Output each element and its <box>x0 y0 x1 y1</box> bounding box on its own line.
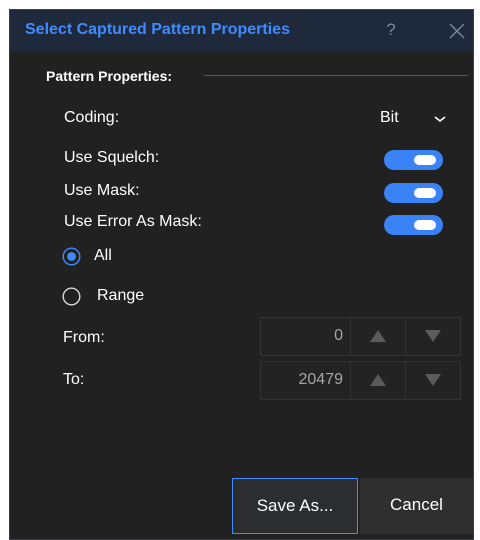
to-value: 20479 <box>298 371 344 388</box>
cancel-button[interactable]: Cancel <box>360 478 473 534</box>
save-as-button[interactable]: Save As... <box>232 478 358 534</box>
coding-select[interactable]: Bit <box>370 107 456 131</box>
to-label: To: <box>63 371 85 388</box>
to-increment-button <box>351 362 406 399</box>
dialog-titlebar: Select Captured Pattern Properties ? <box>10 10 473 52</box>
use-squelch-toggle[interactable] <box>384 150 443 170</box>
from-input: 0 <box>261 318 351 355</box>
triangle-down-icon <box>425 374 441 386</box>
section-title: Pattern Properties: <box>46 68 173 84</box>
section-divider <box>204 75 468 76</box>
radio-all-label[interactable]: All <box>94 247 112 265</box>
to-spinbox: 20479 <box>260 361 461 400</box>
toggle-knob <box>414 188 436 198</box>
from-label: From: <box>63 329 105 346</box>
to-input: 20479 <box>261 362 351 399</box>
use-error-as-mask-label: Use Error As Mask: <box>64 213 202 230</box>
coding-value: Bit <box>380 109 399 126</box>
toggle-knob <box>414 220 436 230</box>
radio-range[interactable] <box>62 287 81 306</box>
coding-label: Coding: <box>64 109 120 126</box>
radio-range-label[interactable]: Range <box>97 287 144 305</box>
triangle-up-icon <box>370 374 386 386</box>
radio-all[interactable] <box>62 247 81 266</box>
from-increment-button <box>351 318 406 355</box>
from-spinbox: 0 <box>260 317 461 356</box>
from-value: 0 <box>334 327 343 344</box>
to-decrement-button <box>406 362 461 399</box>
from-decrement-button <box>406 318 461 355</box>
select-captured-pattern-dialog: Select Captured Pattern Properties ? Pat… <box>9 9 474 540</box>
help-icon[interactable]: ? <box>384 20 398 40</box>
use-squelch-label: Use Squelch: <box>64 149 160 166</box>
dialog-title: Select Captured Pattern Properties <box>25 21 290 38</box>
use-mask-toggle[interactable] <box>384 183 443 203</box>
triangle-up-icon <box>370 330 386 342</box>
use-mask-label: Use Mask: <box>64 182 140 199</box>
triangle-down-icon <box>425 330 441 342</box>
toggle-knob <box>414 155 436 165</box>
chevron-down-icon <box>434 116 446 123</box>
use-error-as-mask-toggle[interactable] <box>384 215 443 235</box>
close-icon[interactable] <box>448 22 466 40</box>
